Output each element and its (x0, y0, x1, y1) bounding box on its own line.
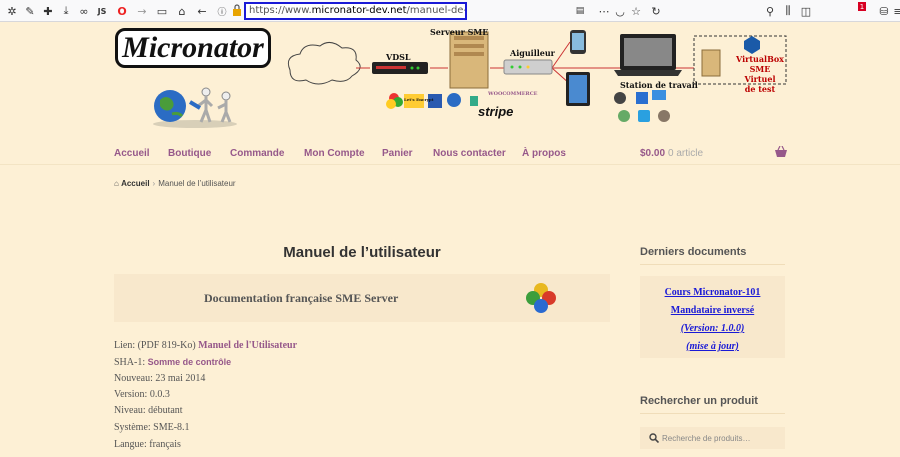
sha-prefix: SHA-1: (114, 357, 146, 368)
sme-logo-icon (526, 283, 556, 313)
info-icon[interactable]: ⓘ (214, 3, 230, 19)
page-title: Manuel de l’utilisateur (283, 244, 441, 261)
back-arrow-icon[interactable]: ← (194, 3, 210, 19)
reload-icon[interactable]: ↻ (648, 3, 664, 19)
network-diagram: VDSL Serveur SME Aiguilleur Station de t… (280, 22, 790, 132)
url-domain: micronator-dev.net (311, 5, 407, 16)
nav-mon-compte[interactable]: Mon Compte (304, 148, 365, 159)
product-search-heading: Rechercher un produit (640, 395, 758, 407)
product-search-rule (640, 413, 785, 414)
js-icon[interactable]: JS (94, 3, 110, 19)
nav-a-propos[interactable]: À propos (522, 148, 566, 159)
virtualbox-line-2: SME Virtuel (744, 64, 776, 84)
breadcrumb: ⌂ Accueil › Manuel de l’utilisateur (114, 179, 236, 188)
home-icon[interactable]: ⌂ (114, 179, 119, 188)
nav-commande[interactable]: Commande (230, 148, 284, 159)
search-icon (649, 433, 659, 443)
reader-icon[interactable]: ▭ (154, 3, 170, 19)
product-search-placeholder: Recherche de produits… (662, 434, 751, 443)
date-line: Nouveau: 23 mai 2014 (114, 373, 206, 384)
documentation-banner-title: Documentation française SME Server (204, 291, 399, 305)
library-icon[interactable]: ⫼ (780, 3, 796, 19)
virtualbox-line-1: VirtualBox (736, 54, 784, 64)
latest-docs-heading: Derniers documents (640, 246, 747, 258)
basket-icon[interactable] (774, 146, 788, 158)
opera-icon[interactable]: O (114, 3, 130, 19)
stripe-logo: stripe (478, 104, 514, 119)
doc-link-micronator-101[interactable]: Cours Micronator-101 (640, 287, 785, 298)
virtualbox-label: VirtualBox SME Virtuel de test (734, 54, 786, 94)
mask-icon[interactable]: ∞ (76, 3, 92, 19)
globe-illustration (153, 87, 237, 128)
notification-badge[interactable]: 1 (858, 2, 866, 11)
pocket-icon[interactable]: ◡ (612, 3, 628, 19)
language-line: Langue: français (114, 439, 181, 450)
forward-arrow-icon[interactable]: → (134, 3, 150, 19)
url-prefix: https://www. (249, 5, 312, 16)
wrench-icon[interactable]: ✎ (22, 3, 38, 19)
search-icon[interactable]: ⚲ (762, 3, 778, 19)
latest-docs-box: Cours Micronator-101 Mandataire inversé … (640, 276, 785, 358)
sha-line: SHA-1: Somme de contrôle (114, 357, 231, 368)
pdf-link-line: Lien: (PDF 819-Ko) Manuel de l'Utilisate… (114, 340, 297, 351)
nav-panier[interactable]: Panier (382, 148, 413, 159)
breadcrumb-home[interactable]: Accueil (121, 179, 149, 188)
server-label: Serveur SME (430, 27, 489, 37)
cart-amount: $0.00 (640, 148, 666, 159)
site-logo[interactable]: Micronator (115, 28, 271, 68)
virtualbox-line-3: de test (744, 84, 776, 94)
latest-docs-rule (640, 264, 785, 265)
network-diagram-graphic (287, 30, 787, 122)
pdf-link[interactable]: Manuel de l'Utilisateur (198, 340, 297, 351)
bookmark-star-icon[interactable]: ☆ (628, 3, 644, 19)
menu-icon[interactable]: ≡ (890, 3, 900, 19)
page-icon[interactable]: ▤ (572, 3, 588, 19)
browser-toolbar: ✲ ✎ ✚ ⤓ ∞ JS O → ▭ ⌂ ← ⓘ https://www.mic… (0, 0, 900, 22)
breadcrumb-separator: › (152, 179, 156, 188)
cart-summary[interactable]: $0.00 0 article (640, 148, 703, 159)
level-line: Niveau: débutant (114, 405, 183, 416)
doc-link-mandataire[interactable]: Mandataire inversé (640, 305, 785, 316)
nav-boutique[interactable]: Boutique (168, 148, 211, 159)
sidebar-icon[interactable]: ◫ (798, 3, 814, 19)
nav-accueil[interactable]: Accueil (114, 148, 150, 159)
breadcrumb-current: Manuel de l’utilisateur (158, 179, 236, 188)
puzzle-icon[interactable]: ✚ (40, 3, 56, 19)
product-search-input[interactable]: Recherche de produits… (640, 427, 785, 449)
doc-link-update[interactable]: (mise à jour) (640, 341, 785, 352)
checksum-link[interactable]: Somme de contrôle (148, 357, 232, 367)
letsencrypt-logo: Let's Encrypt (404, 97, 434, 102)
download-icon[interactable]: ⤓ (58, 3, 74, 19)
url-path: /manuel-de-lutilisateur/ (406, 5, 467, 16)
documentation-banner: Documentation française SME Server (114, 274, 610, 322)
station-label: Station de travail (620, 80, 698, 90)
cart-count: 0 article (668, 148, 704, 159)
version-line: Version: 0.0.3 (114, 389, 170, 400)
doc-link-version[interactable]: (Version: 1.0.0) (640, 323, 785, 334)
more-icon[interactable]: ⋯ (596, 3, 612, 19)
switch-label: Aiguilleur (510, 48, 555, 58)
pdf-link-prefix: Lien: (PDF 819-Ko) (114, 340, 196, 351)
gear-icon[interactable]: ✲ (4, 3, 20, 19)
home-icon[interactable]: ⌂ (174, 3, 190, 19)
nav-nous-contacter[interactable]: Nous contacter (433, 148, 506, 159)
logo-text: Micronator (122, 31, 264, 64)
system-line: Système: SME-8.1 (114, 422, 190, 433)
url-bar[interactable]: https://www.micronator-dev.net/manuel-de… (244, 2, 467, 20)
lock-icon[interactable] (232, 4, 242, 16)
woocommerce-logo: WOOCOMMERCE (488, 91, 538, 97)
header-divider (0, 164, 900, 165)
vdsl-label: VDSL (386, 52, 411, 62)
